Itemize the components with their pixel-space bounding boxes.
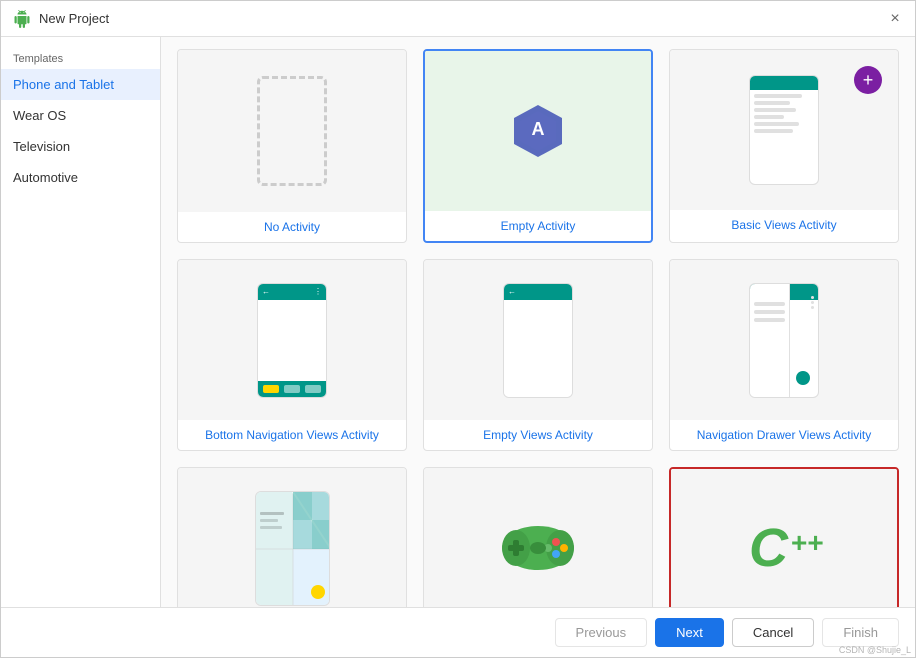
thumbnail-nav-drawer xyxy=(670,260,898,420)
basic-phone-content xyxy=(750,90,818,140)
bottom-nav-phone-mockup: ← ⋮ xyxy=(257,283,327,398)
template-basic-views-activity[interactable]: + Basi xyxy=(669,49,899,243)
thumbnail-empty-activity: A xyxy=(425,51,651,211)
game-controller-icon xyxy=(498,508,578,588)
templates-content-area: No Activity A Empty A xyxy=(161,37,915,607)
cancel-button[interactable]: Cancel xyxy=(732,618,814,647)
svg-text:++: ++ xyxy=(791,527,824,558)
cpp-logo-icon: C ++ xyxy=(739,504,829,594)
template-nav-drawer[interactable]: Navigation Drawer Views Activity xyxy=(669,259,899,451)
bnp-tab-1 xyxy=(263,385,279,393)
responsive-grid-icon xyxy=(256,492,330,606)
new-project-dialog: New Project × Templates Phone and Tablet… xyxy=(0,0,916,658)
ev-phone-mockup: ← xyxy=(503,283,573,398)
plus-icon: + xyxy=(854,66,882,94)
nd-item-3 xyxy=(754,318,785,322)
thumbnail-basic-views: + xyxy=(670,50,898,210)
nd-item-1 xyxy=(754,302,785,306)
bnp-tab-2 xyxy=(284,385,300,393)
svg-text:A: A xyxy=(532,119,545,139)
basic-phone-mockup xyxy=(749,75,819,185)
bnp-header: ← ⋮ xyxy=(258,284,326,300)
phone-outline-icon xyxy=(257,76,327,186)
nd-phone-mockup xyxy=(749,283,819,398)
bnp-footer xyxy=(258,381,326,397)
nd-circle-icon xyxy=(796,371,810,385)
ev-body xyxy=(504,300,572,397)
template-label-nav-drawer: Navigation Drawer Views Activity xyxy=(689,420,880,450)
basic-phone-header xyxy=(750,76,818,90)
finish-button[interactable]: Finish xyxy=(822,618,899,647)
dialog-title: New Project xyxy=(39,11,109,26)
bnp-body xyxy=(258,300,326,381)
title-bar: New Project × xyxy=(1,1,915,37)
android-logo-icon xyxy=(13,10,31,28)
template-label-basic-views: Basic Views Activity xyxy=(723,210,844,240)
template-label-no-activity: No Activity xyxy=(256,212,328,242)
sidebar-item-wear-os[interactable]: Wear OS xyxy=(1,100,160,131)
thumbnail-no-activity xyxy=(178,50,406,212)
bnp-back-arrow-icon: ← xyxy=(262,287,270,296)
next-button[interactable]: Next xyxy=(655,618,724,647)
empty-activity-icon: A xyxy=(508,101,568,161)
template-label-empty-views: Empty Views Activity xyxy=(475,420,601,450)
template-responsive-views[interactable]: Responsive Views Activity xyxy=(177,467,407,607)
template-empty-activity[interactable]: A Empty Activity xyxy=(423,49,653,243)
close-button[interactable]: × xyxy=(887,11,903,27)
sidebar: Templates Phone and Tablet Wear OS Telev… xyxy=(1,37,161,607)
template-native-cpp[interactable]: C ++ Native C++ xyxy=(669,467,899,607)
thumbnail-responsive xyxy=(178,468,406,607)
ev-header: ← xyxy=(504,284,572,300)
template-label-empty-activity: Empty Activity xyxy=(493,211,584,241)
main-content: Templates Phone and Tablet Wear OS Telev… xyxy=(1,37,915,607)
templates-grid: No Activity A Empty A xyxy=(177,49,899,607)
thumbnail-empty-views: ← xyxy=(424,260,652,420)
sidebar-item-automotive[interactable]: Automotive xyxy=(1,162,160,193)
sidebar-item-television[interactable]: Television xyxy=(1,131,160,162)
sidebar-section-label: Templates xyxy=(1,45,160,69)
nd-drawer xyxy=(750,284,790,397)
template-bottom-navigation[interactable]: ← ⋮ Bottom Navigation Views Activity xyxy=(177,259,407,451)
previous-button[interactable]: Previous xyxy=(555,618,648,647)
title-bar-left: New Project xyxy=(13,10,109,28)
thumbnail-game xyxy=(424,468,652,607)
bnp-tab-3 xyxy=(305,385,321,393)
template-empty-views[interactable]: ← Empty Views Activity xyxy=(423,259,653,451)
thumbnail-bottom-nav: ← ⋮ xyxy=(178,260,406,420)
template-no-activity[interactable]: No Activity xyxy=(177,49,407,243)
thumbnail-native-cpp: C ++ xyxy=(671,469,897,607)
template-label-bottom-nav: Bottom Navigation Views Activity xyxy=(197,420,387,450)
template-game-activity[interactable]: Game Activity (C++) xyxy=(423,467,653,607)
rv-phone-mockup xyxy=(255,491,330,606)
ev-back-icon: ← xyxy=(508,287,516,296)
sidebar-item-phone-tablet[interactable]: Phone and Tablet xyxy=(1,69,160,100)
footer: Previous Next Cancel Finish xyxy=(1,607,915,657)
watermark: CSDN @Shujie_L xyxy=(839,645,911,655)
nd-dots-icon xyxy=(811,296,814,309)
svg-text:C: C xyxy=(749,518,789,578)
bnp-dots-icon: ⋮ xyxy=(314,287,322,296)
nd-item-2 xyxy=(754,310,785,314)
